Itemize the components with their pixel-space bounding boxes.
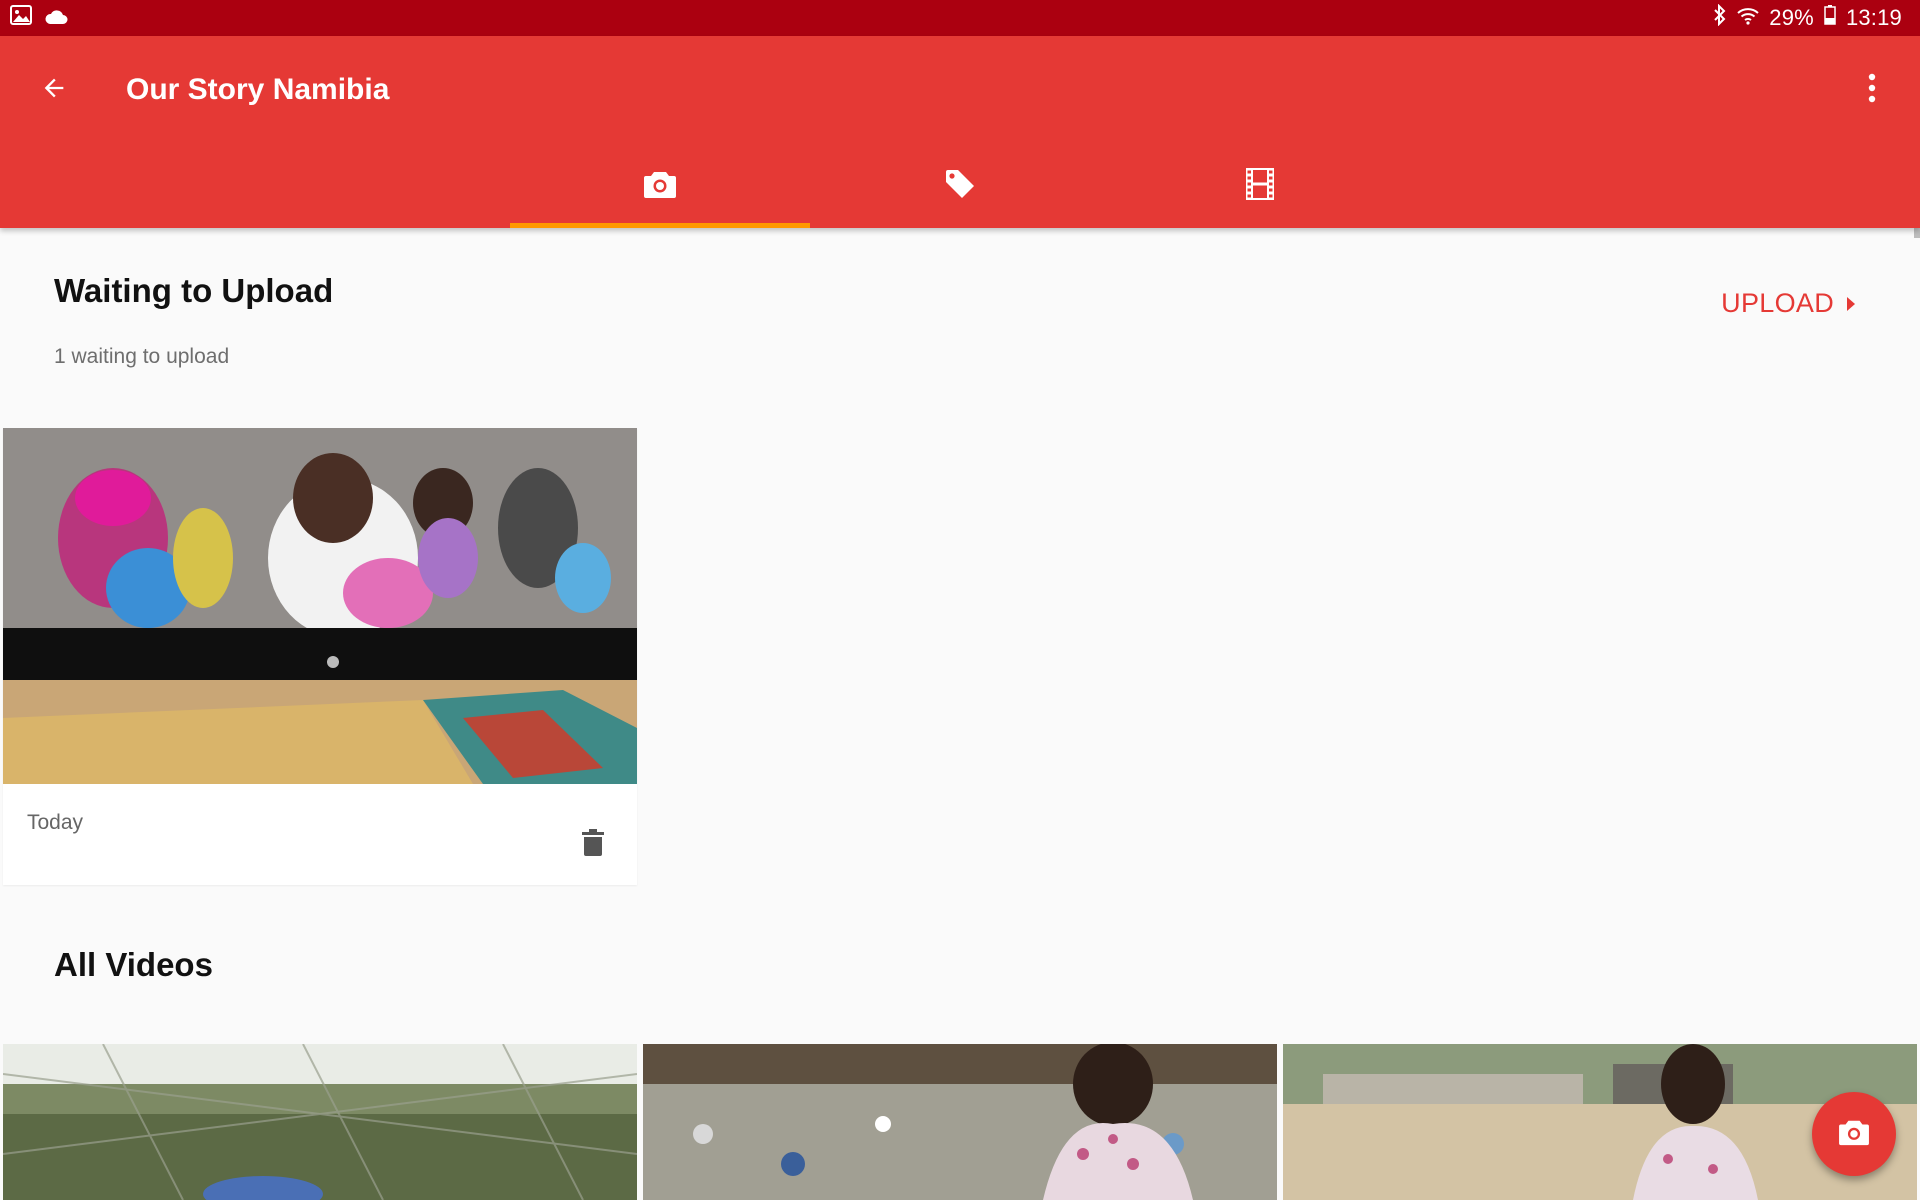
- all-videos-title: All Videos: [54, 946, 213, 983]
- video-date: Today: [27, 811, 84, 834]
- status-system: 29% 13:19: [1713, 3, 1902, 32]
- video-tile[interactable]: [643, 1044, 1277, 1200]
- battery-percent: 29%: [1769, 5, 1814, 30]
- tab-tags[interactable]: [810, 144, 1110, 228]
- video-tile[interactable]: [3, 1044, 637, 1200]
- clock: 13:19: [1845, 5, 1902, 30]
- waiting-section-title: Waiting to Upload: [54, 272, 334, 309]
- bluetooth-icon: [1713, 3, 1727, 32]
- film-icon: [1245, 167, 1275, 206]
- pending-video-card[interactable]: Today: [3, 428, 637, 885]
- page-title: Our Story Namibia: [126, 73, 390, 106]
- scrollbar[interactable]: [1914, 228, 1920, 238]
- status-notifications: [10, 5, 68, 31]
- cloud-icon: [44, 5, 68, 31]
- record-video-fab[interactable]: [1812, 1092, 1896, 1176]
- tab-indicator: [510, 223, 810, 228]
- delete-button[interactable]: [569, 818, 617, 872]
- video-grid: [0, 1044, 1920, 1200]
- tab-photos[interactable]: [510, 144, 810, 228]
- more-options-button[interactable]: [1844, 62, 1900, 118]
- app-screen: 29% 13:19 Our Story Namibia Waiting to U…: [0, 0, 1920, 1200]
- tag-icon: [944, 168, 976, 205]
- arrow-back-icon: [40, 74, 68, 107]
- upload-button[interactable]: UPLOAD: [1721, 288, 1856, 319]
- video-thumbnail[interactable]: [3, 428, 637, 784]
- back-button[interactable]: [26, 62, 82, 118]
- gallery-icon: [10, 5, 32, 31]
- app-bar: Our Story Namibia: [0, 36, 1920, 228]
- more-vert-icon: [1867, 73, 1877, 108]
- waiting-count: 1 waiting to upload: [54, 345, 230, 368]
- camera-icon: [643, 169, 677, 204]
- trash-icon: [582, 828, 604, 862]
- battery-icon: [1824, 5, 1836, 31]
- arrow-right-icon: [1846, 288, 1856, 319]
- status-bar: 29% 13:19: [0, 0, 1920, 36]
- camera-icon: [1838, 1118, 1870, 1151]
- tab-videos[interactable]: [1110, 144, 1410, 228]
- upload-label: UPLOAD: [1721, 288, 1834, 318]
- tab-bar: [510, 144, 1410, 228]
- wifi-icon: [1737, 5, 1759, 31]
